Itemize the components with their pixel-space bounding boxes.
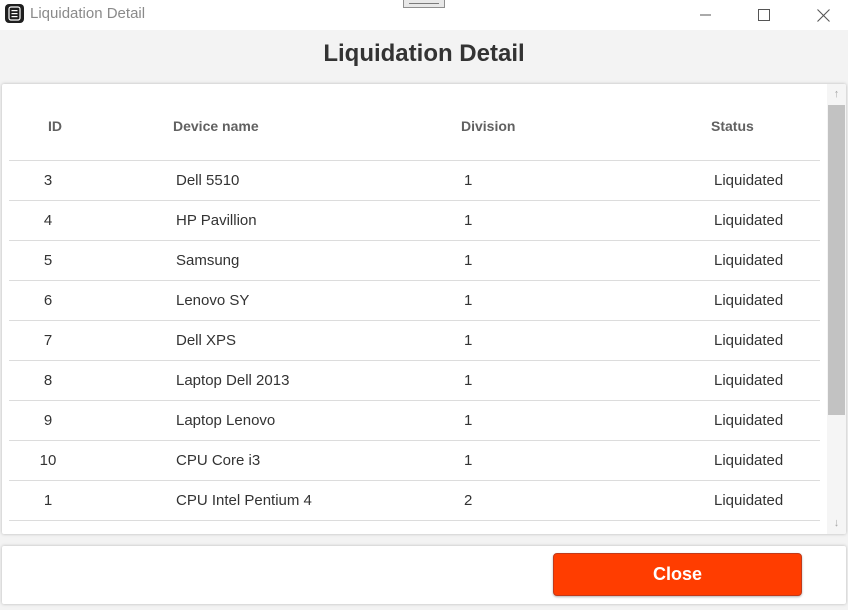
cell-division: 1 xyxy=(464,252,473,269)
cell-device-name: HP Pavillion xyxy=(176,212,257,229)
table-header: ID Device name Division Status xyxy=(2,84,822,161)
window-title: Liquidation Detail xyxy=(30,5,146,22)
vertical-scrollbar[interactable]: ↑ ↓ xyxy=(827,84,846,534)
maximize-icon xyxy=(758,9,770,21)
window-close-button[interactable] xyxy=(800,0,846,30)
title-bar[interactable]: Liquidation Detail xyxy=(0,0,848,30)
table-row[interactable]: 9 Laptop Lenovo 1 Liquidated xyxy=(9,400,820,440)
cell-division: 1 xyxy=(464,172,473,189)
scroll-down-icon[interactable]: ↓ xyxy=(830,517,843,530)
cell-division: 2 xyxy=(464,492,473,509)
cell-id: 9 xyxy=(43,412,53,429)
maximize-button[interactable] xyxy=(741,0,787,30)
table-row[interactable]: 5 Samsung 1 Liquidated xyxy=(9,240,820,280)
cell-status: Liquidated xyxy=(714,372,784,389)
cell-division: 1 xyxy=(464,292,473,309)
scroll-up-icon[interactable]: ↑ xyxy=(830,88,843,101)
cell-id: 3 xyxy=(43,172,53,189)
cell-division: 1 xyxy=(464,372,473,389)
column-header-division[interactable]: Division xyxy=(461,118,515,134)
cell-status: Liquidated xyxy=(714,172,784,189)
cell-id: 6 xyxy=(43,292,53,309)
cell-id: 8 xyxy=(43,372,53,389)
footer-bar: Close xyxy=(2,546,846,604)
cell-status: Liquidated xyxy=(714,492,784,509)
table-row[interactable]: 7 Dell XPS 1 Liquidated xyxy=(9,320,820,360)
close-button[interactable]: Close xyxy=(553,553,802,596)
cell-id: 4 xyxy=(43,212,53,229)
cell-device-name: Dell 5510 xyxy=(176,172,240,189)
minimize-button[interactable] xyxy=(683,0,729,30)
cell-device-name: Samsung xyxy=(176,252,240,269)
page-title: Liquidation Detail xyxy=(323,40,525,67)
liquidation-table: ID Device name Division Status 3 Dell 55… xyxy=(2,84,846,534)
cell-status: Liquidated xyxy=(714,212,784,229)
cell-status: Liquidated xyxy=(714,452,784,469)
drag-handle-icon[interactable] xyxy=(403,0,445,8)
cell-status: Liquidated xyxy=(714,412,784,429)
cell-division: 1 xyxy=(464,212,473,229)
cell-device-name: CPU Core i3 xyxy=(176,452,261,469)
cell-id: 7 xyxy=(43,332,53,349)
table-row[interactable]: 1 CPU Intel Pentium 4 2 Liquidated xyxy=(9,480,820,520)
column-header-device-name[interactable]: Device name xyxy=(173,118,259,134)
cell-device-name: Laptop Dell 2013 xyxy=(176,372,290,389)
cell-status: Liquidated xyxy=(714,252,784,269)
table-body: 3 Dell 5510 1 Liquidated 4 HP Pavillion … xyxy=(9,160,820,521)
cell-device-name: Lenovo SY xyxy=(176,292,250,309)
app-icon xyxy=(5,4,24,23)
table-row[interactable]: 6 Lenovo SY 1 Liquidated xyxy=(9,280,820,320)
cell-device-name: Dell XPS xyxy=(176,332,237,349)
cell-device-name: Laptop Lenovo xyxy=(176,412,276,429)
cell-division: 1 xyxy=(464,452,473,469)
cell-device-name: CPU Intel Pentium 4 xyxy=(176,492,312,509)
cell-division: 1 xyxy=(464,332,473,349)
cell-division: 1 xyxy=(464,412,473,429)
liquidation-detail-window: Liquidation Detail Liquidation Detail ID… xyxy=(0,0,848,610)
scroll-thumb[interactable] xyxy=(828,105,845,415)
table-row[interactable]: 4 HP Pavillion 1 Liquidated xyxy=(9,200,820,240)
cell-id: 5 xyxy=(43,252,53,269)
cell-status: Liquidated xyxy=(714,292,784,309)
minimize-icon xyxy=(700,14,711,16)
table-row[interactable]: 3 Dell 5510 1 Liquidated xyxy=(9,160,820,200)
cell-status: Liquidated xyxy=(714,332,784,349)
cell-id: 1 xyxy=(43,492,53,509)
table-row[interactable]: 10 CPU Core i3 1 Liquidated xyxy=(9,440,820,480)
column-header-id[interactable]: ID xyxy=(48,118,62,134)
column-header-status[interactable]: Status xyxy=(711,118,754,134)
close-icon xyxy=(816,8,830,22)
cell-id: 10 xyxy=(39,452,57,469)
table-row-bottom-border xyxy=(9,520,820,521)
table-row[interactable]: 8 Laptop Dell 2013 1 Liquidated xyxy=(9,360,820,400)
